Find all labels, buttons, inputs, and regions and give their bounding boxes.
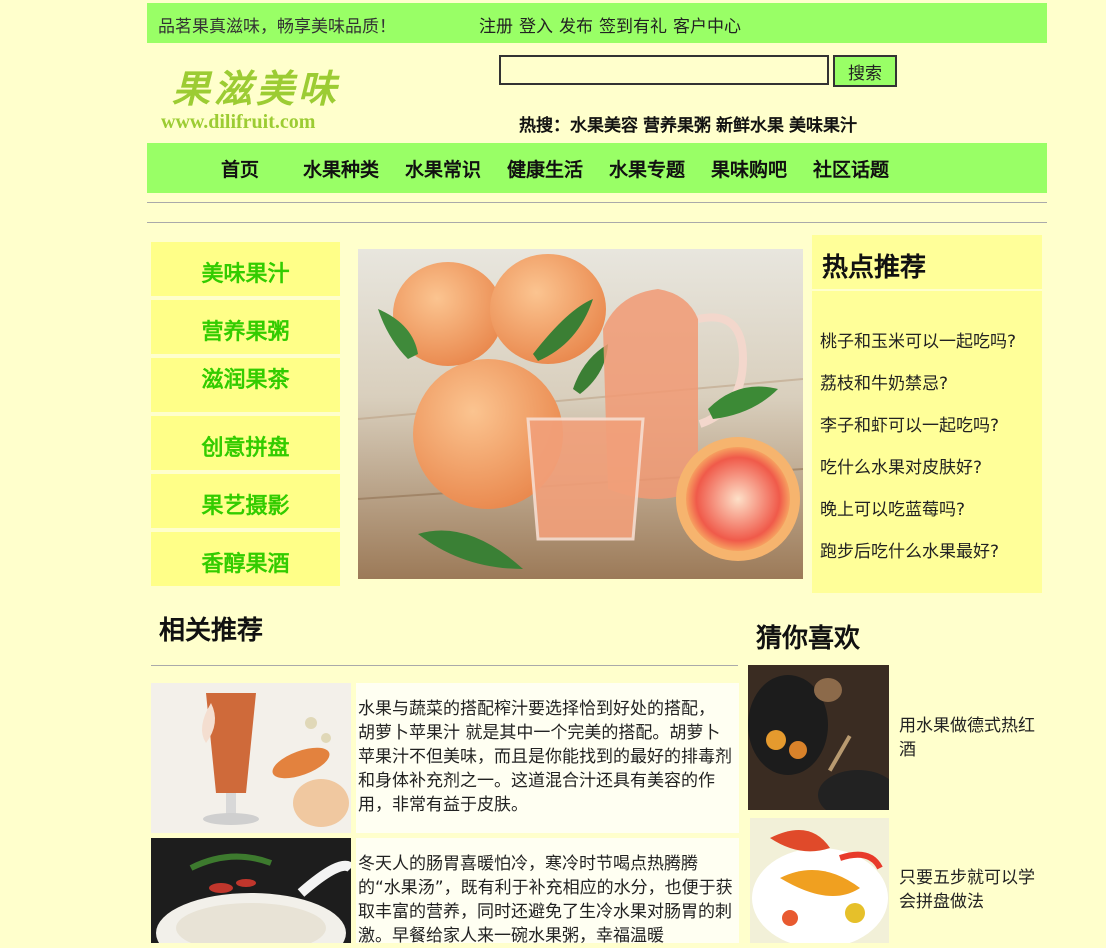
hot-recommendations-panel: 热点推荐 桃子和玉米可以一起吃吗? 荔枝和牛奶禁忌? 李子和虾可以一起吃吗? 吃… <box>812 235 1042 593</box>
mulled-wine-illustration <box>748 665 889 810</box>
guess-item[interactable]: 只要五步就可以学会拼盘做法 <box>899 866 1039 914</box>
banner-image-grapefruit-juice[interactable] <box>358 249 803 579</box>
left-menu-item-wine[interactable]: 香醇果酒 <box>151 532 340 586</box>
hot-item[interactable]: 跑步后吃什么水果最好? <box>820 537 999 562</box>
divider <box>147 222 1047 223</box>
hot-search-item[interactable]: 营养果粥 <box>643 116 711 136</box>
article-image-fruit-soup[interactable] <box>151 838 351 943</box>
search-input[interactable] <box>499 55 829 85</box>
nav-fruit-types[interactable]: 水果种类 <box>303 155 379 182</box>
nav-fruit-topics[interactable]: 水果专题 <box>609 155 685 182</box>
main-nav: 首页 水果种类 水果常识 健康生活 水果专题 果味购吧 社区话题 <box>147 143 1047 193</box>
banner-illustration <box>358 249 803 579</box>
site-logo[interactable]: 果滋美味 <box>172 58 340 113</box>
publish-link[interactable]: 发布 <box>559 17 593 37</box>
hot-panel-title: 热点推荐 <box>822 253 927 283</box>
nav-community[interactable]: 社区话题 <box>813 155 889 182</box>
juice-illustration <box>151 683 351 833</box>
checkin-link[interactable]: 签到有礼 <box>599 17 667 37</box>
article-image-carrot-apple-juice[interactable] <box>151 683 351 833</box>
register-link[interactable]: 注册 <box>479 17 513 37</box>
divider <box>151 665 738 666</box>
article-summary: 水果与蔬菜的搭配榨汁要选择恰到好处的搭配， 胡萝卜苹果汁 就是其中一个完美的搭配… <box>356 683 739 833</box>
hot-search-item[interactable]: 水果美容 <box>570 116 638 136</box>
related-title: 相关推荐 <box>159 616 264 646</box>
left-menu-item-photography[interactable]: 果艺摄影 <box>151 474 340 528</box>
hot-search-label: 热搜： <box>519 116 570 136</box>
guess-title: 猜你喜欢 <box>756 624 861 654</box>
fruit-platter-illustration <box>750 818 889 943</box>
site-url: www.dilifruit.com <box>161 111 316 133</box>
top-bar: 品茗果真滋味，畅享美味品质！ 注册 登入 发布 签到有礼 客户中心 <box>147 3 1047 43</box>
nav-fruit-shop[interactable]: 果味购吧 <box>711 155 787 182</box>
hot-search-item[interactable]: 新鲜水果 <box>716 116 784 136</box>
guess-item[interactable]: 用水果做德式热红酒 <box>899 714 1039 762</box>
left-menu-item-platter[interactable]: 创意拼盘 <box>151 416 340 470</box>
divider <box>147 202 1047 203</box>
left-menu-item-tea[interactable]: 滋润果茶 <box>151 358 340 412</box>
hot-item[interactable]: 晚上可以吃蓝莓吗? <box>820 495 965 520</box>
soup-illustration <box>151 838 351 943</box>
divider <box>812 289 1042 291</box>
nav-healthy-life[interactable]: 健康生活 <box>507 155 583 182</box>
guess-image-fruit-platter[interactable] <box>750 818 889 943</box>
guess-image-mulled-wine[interactable] <box>748 665 889 810</box>
hot-item[interactable]: 李子和虾可以一起吃吗? <box>820 411 999 436</box>
nav-fruit-knowledge[interactable]: 水果常识 <box>405 155 481 182</box>
left-menu-item-porridge[interactable]: 营养果粥 <box>151 300 340 354</box>
hot-item[interactable]: 荔枝和牛奶禁忌? <box>820 369 948 394</box>
hot-search: 热搜：水果美容 营养果粥 新鲜水果 美味果汁 <box>519 111 862 136</box>
left-menu-item-juice[interactable]: 美味果汁 <box>151 242 340 296</box>
hot-item[interactable]: 吃什么水果对皮肤好? <box>820 453 982 478</box>
login-link[interactable]: 登入 <box>519 17 553 37</box>
hot-item[interactable]: 桃子和玉米可以一起吃吗? <box>820 327 1016 352</box>
article-summary: 冬天人的肠胃喜暖怕冷，寒冷时节喝点热腾腾的“水果汤”，既有利于补充相应的水分，也… <box>356 838 739 946</box>
search-button[interactable]: 搜索 <box>833 55 897 87</box>
top-links: 注册 登入 发布 签到有礼 客户中心 <box>479 12 747 37</box>
site-slogan: 品茗果真滋味，畅享美味品质！ <box>158 17 396 37</box>
nav-home[interactable]: 首页 <box>221 155 259 182</box>
customer-center-link[interactable]: 客户中心 <box>673 17 741 37</box>
hot-search-item[interactable]: 美味果汁 <box>789 116 857 136</box>
